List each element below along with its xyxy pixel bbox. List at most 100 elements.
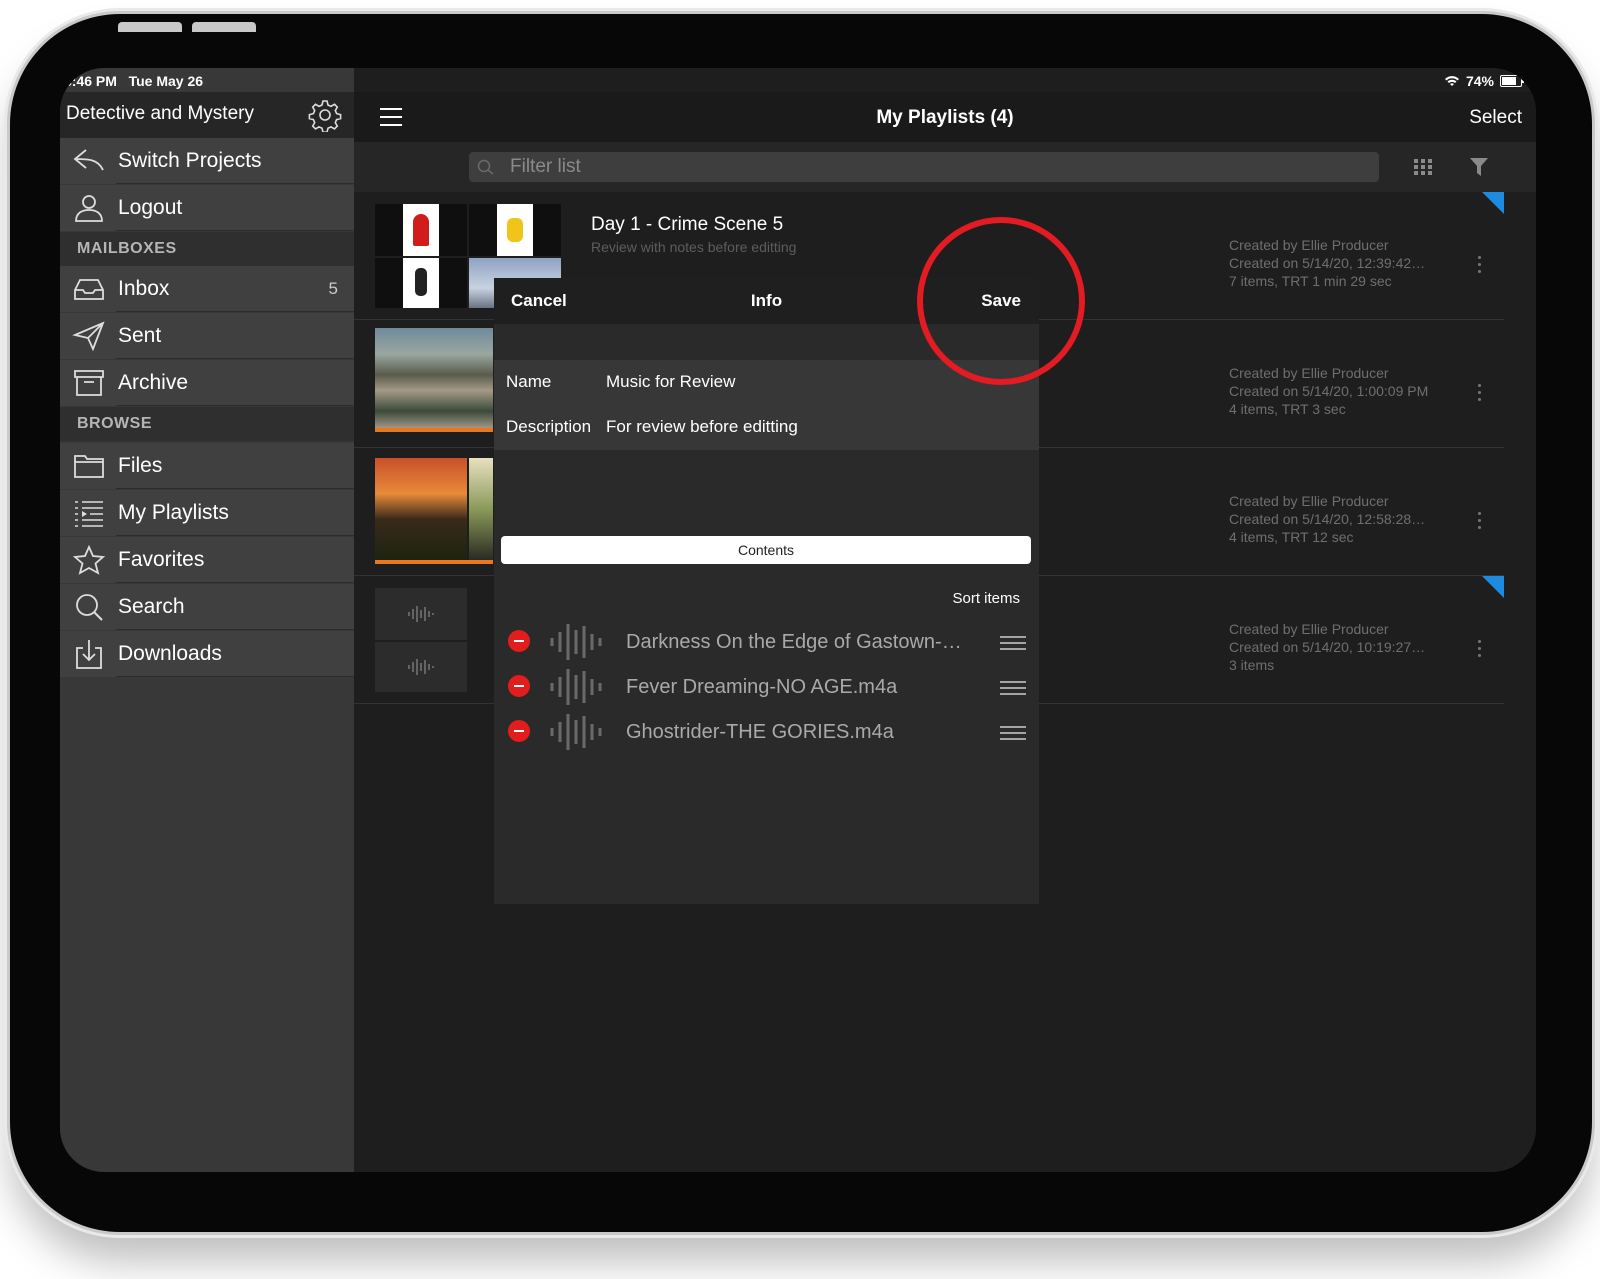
list-item[interactable]: Darkness On the Edge of Gastown-…	[494, 620, 1039, 664]
more-options-icon[interactable]	[1478, 256, 1482, 277]
sidebar-item-label: Sent	[118, 324, 162, 347]
filter-input[interactable]: Filter list	[469, 152, 1379, 182]
waveform-icon	[408, 659, 434, 675]
sidebar-item-label: Search	[118, 595, 185, 618]
screen: 3:46 PM Tue May 26 74% Detective and Mys…	[60, 68, 1536, 1172]
waveform-icon	[550, 624, 602, 660]
status-right: 74%	[1444, 73, 1524, 89]
sidebar-header: Detective and Mystery	[60, 92, 354, 138]
volume-button	[192, 22, 256, 32]
sidebar-item-label: Switch Projects	[118, 149, 262, 172]
sidebar-item-label: Inbox	[118, 277, 170, 300]
progress-bar	[375, 428, 493, 432]
battery-percent: 74%	[1465, 73, 1494, 89]
waveform-icon	[550, 714, 602, 750]
sidebar-item-label: My Playlists	[118, 501, 229, 524]
waveform-icon	[408, 606, 434, 622]
more-options-icon[interactable]	[1478, 512, 1482, 533]
thumb-tile	[375, 204, 467, 256]
playlist-subtitle: Review with notes before editting	[591, 239, 797, 255]
sidebar: Detective and Mystery Switch Projects Lo…	[60, 68, 354, 1172]
sidebar-item-logout[interactable]: Logout	[60, 185, 354, 231]
item-name: Fever Dreaming-NO AGE.m4a	[626, 676, 898, 698]
new-indicator-corner	[1482, 576, 1504, 598]
sidebar-item-label: Downloads	[118, 642, 222, 665]
sidebar-item-label: Archive	[118, 371, 189, 394]
project-title: Detective and Mystery	[66, 103, 254, 124]
browse-header: BROWSE	[60, 407, 354, 441]
more-options-icon[interactable]	[1478, 384, 1482, 405]
filter-placeholder: Filter list	[510, 156, 581, 177]
sidebar-item-my-playlists[interactable]: My Playlists	[60, 490, 354, 536]
folder-icon	[74, 455, 104, 478]
status-time: 3:46 PM Tue May 26	[64, 73, 204, 89]
remove-item-button[interactable]	[508, 720, 530, 742]
playlist-title: Day 1 - Crime Scene 5	[591, 214, 784, 235]
sidebar-item-favorites[interactable]: Favorites	[60, 537, 354, 583]
name-label: Name	[506, 372, 552, 391]
sidebar-item-search[interactable]: Search	[60, 584, 354, 630]
filter-funnel-icon[interactable]	[1469, 156, 1489, 178]
sidebar-item-label: Favorites	[118, 548, 205, 571]
sidebar-item-files[interactable]: Files	[60, 443, 354, 489]
description-label: Description	[506, 417, 592, 436]
playlist-icon	[75, 501, 103, 527]
progress-bar	[375, 560, 493, 564]
sidebar-item-downloads[interactable]: Downloads	[60, 631, 354, 677]
wifi-icon	[1444, 76, 1459, 86]
playlist-meta: Created by Ellie Producer Created on 5/14…	[1229, 621, 1426, 673]
sort-items-button[interactable]: Sort items	[952, 590, 1020, 607]
playlist-meta: Created by Ellie Producer Created on 5/14…	[1229, 237, 1426, 289]
item-name: Ghostrider-THE GORIES.m4a	[626, 721, 894, 743]
highlight-circle-annotation	[917, 217, 1085, 385]
select-button[interactable]: Select	[1469, 107, 1522, 129]
sidebar-item-switch-projects[interactable]: Switch Projects	[60, 138, 354, 184]
info-fields: Name Music for Review Description For re…	[494, 360, 1039, 450]
audio-thumb-tile	[375, 588, 467, 640]
playlist-meta: Created by Ellie Producer Created on 5/14…	[1229, 493, 1426, 545]
mailboxes-header: MAILBOXES	[60, 232, 354, 266]
archive-box-icon	[74, 370, 104, 396]
remove-item-button[interactable]	[508, 675, 530, 697]
waveform-icon	[550, 669, 602, 705]
playlist-meta: Created by Ellie Producer Created on 5/14…	[1229, 365, 1429, 417]
gear-icon[interactable]	[308, 98, 342, 132]
reorder-handle-icon[interactable]	[999, 725, 1027, 741]
thumb-tile	[375, 258, 467, 308]
reorder-handle-icon[interactable]	[999, 635, 1027, 651]
remove-item-button[interactable]	[508, 630, 530, 652]
contents-tab[interactable]: Contents	[501, 536, 1031, 564]
sidebar-item-sent[interactable]: Sent	[60, 313, 354, 359]
search-icon	[76, 594, 103, 621]
filter-bar: Filter list	[354, 142, 1536, 192]
page-title: My Playlists (4)	[876, 107, 1014, 128]
reorder-handle-icon[interactable]	[999, 680, 1027, 696]
thumb-tile	[375, 458, 467, 560]
list-item[interactable]: Fever Dreaming-NO AGE.m4a	[494, 665, 1039, 709]
new-indicator-corner	[1482, 192, 1504, 214]
star-icon	[72, 545, 106, 575]
more-options-icon[interactable]	[1478, 640, 1482, 661]
thumb-tile	[375, 328, 493, 432]
thumb-tile	[469, 204, 561, 256]
inbox-count-badge: 5	[328, 279, 338, 298]
grid-view-icon[interactable]	[1412, 157, 1434, 177]
battery-icon	[1500, 75, 1524, 87]
paper-plane-icon	[72, 321, 105, 351]
nav-bar: My Playlists (4) Select	[354, 92, 1536, 142]
user-icon	[75, 195, 103, 222]
description-field[interactable]: For review before editting	[606, 417, 798, 437]
sidebar-item-label: Files	[118, 454, 163, 477]
name-field[interactable]: Music for Review	[606, 372, 735, 392]
search-icon	[477, 159, 494, 175]
volume-button	[118, 22, 182, 32]
sidebar-item-archive[interactable]: Archive	[60, 360, 354, 406]
inbox-icon	[74, 279, 104, 300]
item-name: Darkness On the Edge of Gastown-…	[626, 631, 962, 653]
back-arrow-icon	[73, 149, 104, 171]
sidebar-item-inbox[interactable]: Inbox 5	[60, 266, 354, 312]
audio-thumb-tile	[375, 642, 467, 692]
download-icon	[76, 640, 102, 669]
status-bar: 3:46 PM Tue May 26 74%	[60, 68, 1536, 92]
list-item[interactable]: Ghostrider-THE GORIES.m4a	[494, 710, 1039, 754]
